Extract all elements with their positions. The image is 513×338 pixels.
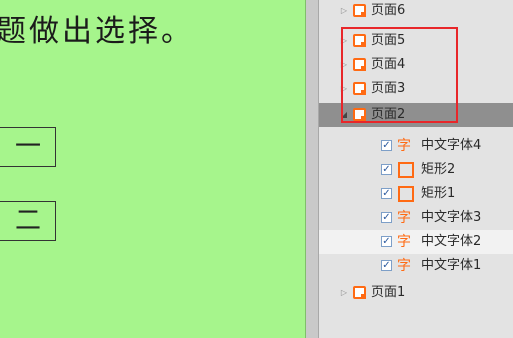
layer-label: 页面5	[371, 33, 406, 48]
visibility-checkbox[interactable]: ✓	[381, 260, 392, 271]
panel-splitter[interactable]	[306, 0, 319, 338]
visibility-checkbox[interactable]: ✓	[381, 212, 392, 223]
page-icon	[353, 34, 366, 47]
layer-page-4[interactable]: ▷ 页面4	[319, 53, 513, 77]
layer-label: 页面4	[371, 57, 406, 72]
layer-item[interactable]: ✓ 字 中文字体3	[319, 206, 513, 230]
layer-label: 页面6	[371, 3, 406, 18]
layer-item[interactable]: ✓ 矩形1	[319, 182, 513, 206]
layer-label: 页面1	[371, 285, 406, 300]
slide-canvas[interactable]: 题做出选择。 一 二	[0, 0, 306, 338]
layer-label: 矩形2	[421, 162, 456, 177]
option-button-2[interactable]: 二	[0, 201, 56, 241]
layer-label: 页面2	[371, 107, 406, 122]
layer-label: 矩形1	[421, 186, 456, 201]
rectangle-layer-icon	[398, 186, 414, 202]
page-icon	[353, 108, 366, 121]
layer-item[interactable]: ✓ 字 中文字体2	[319, 230, 513, 254]
option-button-1[interactable]: 一	[0, 127, 56, 167]
layer-label: 中文字体3	[421, 210, 482, 225]
expand-arrow-icon[interactable]: ▷	[339, 77, 349, 101]
rectangle-layer-icon	[398, 162, 414, 178]
layer-item[interactable]: ✓ 矩形2	[319, 158, 513, 182]
text-layer-icon: 字	[397, 138, 411, 154]
page-icon	[353, 58, 366, 71]
layer-label: 中文字体2	[421, 234, 482, 249]
layer-page-5[interactable]: ▷ 页面5	[319, 29, 513, 53]
collapse-arrow-icon[interactable]: ◢	[339, 103, 349, 127]
page-icon	[353, 4, 366, 17]
visibility-checkbox[interactable]: ✓	[381, 236, 392, 247]
text-layer-icon: 字	[397, 210, 411, 226]
layer-page-6[interactable]: ▷ 页面6	[319, 0, 513, 23]
layer-label: 页面3	[371, 81, 406, 96]
visibility-checkbox[interactable]: ✓	[381, 164, 392, 175]
text-layer-icon: 字	[397, 258, 411, 274]
layer-page-3[interactable]: ▷ 页面3	[319, 77, 513, 101]
page-icon	[353, 286, 366, 299]
layer-page-1[interactable]: ▷ 页面1	[319, 281, 513, 305]
layers-panel: ▷ 页面6 ▷ 页面5 ▷ 页面4 ▷ 页面3 ◢ 页面2 ✓ 字 中文字体4 …	[319, 0, 513, 338]
question-text: 题做出选择。	[0, 14, 194, 49]
visibility-checkbox[interactable]: ✓	[381, 188, 392, 199]
layer-item[interactable]: ✓ 字 中文字体4	[319, 134, 513, 158]
layer-label: 中文字体1	[421, 258, 482, 273]
expand-arrow-icon[interactable]: ▷	[339, 53, 349, 77]
text-layer-icon: 字	[397, 234, 411, 250]
expand-arrow-icon[interactable]: ▷	[339, 29, 349, 53]
layer-item[interactable]: ✓ 字 中文字体1	[319, 254, 513, 278]
layer-label: 中文字体4	[421, 138, 482, 153]
page-icon	[353, 82, 366, 95]
expand-arrow-icon[interactable]: ▷	[339, 0, 349, 23]
visibility-checkbox[interactable]: ✓	[381, 140, 392, 151]
expand-arrow-icon[interactable]: ▷	[339, 281, 349, 305]
layer-page-2[interactable]: ◢ 页面2	[319, 103, 513, 127]
